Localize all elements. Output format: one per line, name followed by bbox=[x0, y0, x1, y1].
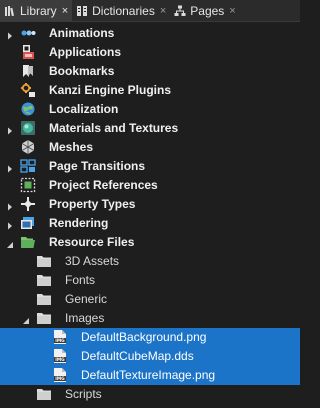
tree-item[interactable]: IMG DefaultTextureImage.png bbox=[0, 366, 300, 385]
bookmarks-icon bbox=[20, 63, 36, 79]
tree-item[interactable]: Project References bbox=[0, 176, 300, 195]
tree-item[interactable]: Property Types bbox=[0, 195, 300, 214]
collapsed-arrow-icon[interactable] bbox=[6, 29, 14, 40]
svg-text:IMG: IMG bbox=[55, 338, 65, 344]
pages-icon bbox=[174, 5, 186, 17]
applications-icon bbox=[20, 44, 36, 60]
tree-item-label: Project References bbox=[49, 178, 158, 192]
tree-item[interactable]: Bookmarks bbox=[0, 62, 300, 81]
tree-item-label: Rendering bbox=[49, 216, 109, 230]
tree-item-label: Meshes bbox=[49, 140, 94, 154]
folder-icon bbox=[36, 386, 52, 402]
tree-item[interactable]: Fonts bbox=[0, 271, 300, 290]
tree-item-label: Images bbox=[65, 311, 105, 325]
tree-item[interactable]: Meshes bbox=[0, 138, 300, 157]
localization-icon bbox=[20, 101, 36, 117]
image-file-icon: IMG bbox=[52, 348, 68, 364]
tree-item[interactable]: Kanzi Engine Plugins bbox=[0, 81, 300, 100]
plugins-icon bbox=[20, 82, 36, 98]
tree-item[interactable]: Rendering bbox=[0, 214, 300, 233]
materials-icon bbox=[20, 120, 36, 136]
collapsed-arrow-icon[interactable] bbox=[6, 162, 14, 173]
tab-bar: Library × Dictionaries × Pages × bbox=[0, 0, 300, 22]
folder-icon bbox=[36, 291, 52, 307]
tree-item-label: Animations bbox=[49, 26, 115, 40]
tab-label: Dictionaries bbox=[92, 3, 155, 18]
tree-item-label: DefaultBackground.png bbox=[81, 330, 207, 344]
tab-label: Library bbox=[20, 3, 57, 18]
library-icon bbox=[4, 5, 16, 17]
tree-item[interactable]: Resource Files bbox=[0, 233, 300, 252]
image-file-icon: IMG bbox=[52, 329, 68, 345]
tree-item-label: Applications bbox=[49, 45, 122, 59]
animations-icon bbox=[20, 25, 36, 41]
tree-item-label: DefaultCubeMap.dds bbox=[81, 349, 194, 363]
expanded-arrow-icon[interactable] bbox=[22, 314, 30, 324]
folder-icon bbox=[36, 272, 52, 288]
project-references-icon bbox=[20, 177, 36, 193]
library-tree: Animations Applications Bookmarks Kanzi Eng… bbox=[0, 24, 300, 404]
tree-item-label: Resource Files bbox=[49, 235, 135, 249]
tree-item-label: Scripts bbox=[65, 387, 102, 401]
tree-item[interactable]: IMG DefaultBackground.png bbox=[0, 328, 300, 347]
tree-item-label: Page Transitions bbox=[49, 159, 146, 173]
close-icon[interactable]: × bbox=[229, 5, 235, 17]
svg-text:IMG: IMG bbox=[55, 376, 65, 382]
close-icon[interactable]: × bbox=[160, 5, 166, 17]
tree-item-label: Bookmarks bbox=[49, 64, 115, 78]
tree-item-label: DefaultTextureImage.png bbox=[81, 368, 216, 382]
tree-item[interactable]: Generic bbox=[0, 290, 300, 309]
tree-item[interactable]: Images bbox=[0, 309, 300, 328]
tree-item-label: Materials and Textures bbox=[49, 121, 179, 135]
image-file-icon: IMG bbox=[52, 367, 68, 383]
folder-open-icon bbox=[20, 234, 36, 250]
svg-text:IMG: IMG bbox=[55, 357, 65, 363]
tree-item[interactable]: IMG DefaultCubeMap.dds bbox=[0, 347, 300, 366]
tree-item[interactable]: Page Transitions bbox=[0, 157, 300, 176]
tree-item[interactable]: Applications bbox=[0, 43, 300, 62]
meshes-icon bbox=[20, 139, 36, 155]
tree-item-label: Kanzi Engine Plugins bbox=[49, 83, 172, 97]
tree-item[interactable]: Localization bbox=[0, 100, 300, 119]
dictionaries-icon bbox=[76, 5, 88, 17]
collapsed-arrow-icon[interactable] bbox=[6, 200, 14, 211]
tree-item[interactable]: Scripts bbox=[0, 385, 300, 404]
tree-item[interactable]: 3D Assets bbox=[0, 252, 300, 271]
tree-item-label: 3D Assets bbox=[65, 254, 120, 268]
tree-item[interactable]: Materials and Textures bbox=[0, 119, 300, 138]
folder-icon bbox=[36, 253, 52, 269]
tab-label: Pages bbox=[190, 3, 225, 18]
collapsed-arrow-icon[interactable] bbox=[6, 219, 14, 230]
close-icon[interactable]: × bbox=[62, 5, 68, 17]
tab-pages[interactable]: Pages × bbox=[170, 0, 239, 21]
property-types-icon bbox=[20, 196, 36, 212]
tree-item-label: Generic bbox=[65, 292, 108, 306]
rendering-icon bbox=[20, 215, 36, 231]
tree-item-label: Fonts bbox=[65, 273, 96, 287]
folder-icon bbox=[36, 310, 52, 326]
tab-dictionaries[interactable]: Dictionaries × bbox=[72, 0, 170, 21]
tree-item-label: Localization bbox=[49, 102, 119, 116]
tree-item[interactable]: Animations bbox=[0, 24, 300, 43]
page-transitions-icon bbox=[20, 158, 36, 174]
tab-library[interactable]: Library × bbox=[0, 0, 73, 21]
tree-item-label: Property Types bbox=[49, 197, 136, 211]
expanded-arrow-icon[interactable] bbox=[6, 238, 14, 248]
collapsed-arrow-icon[interactable] bbox=[6, 124, 14, 135]
